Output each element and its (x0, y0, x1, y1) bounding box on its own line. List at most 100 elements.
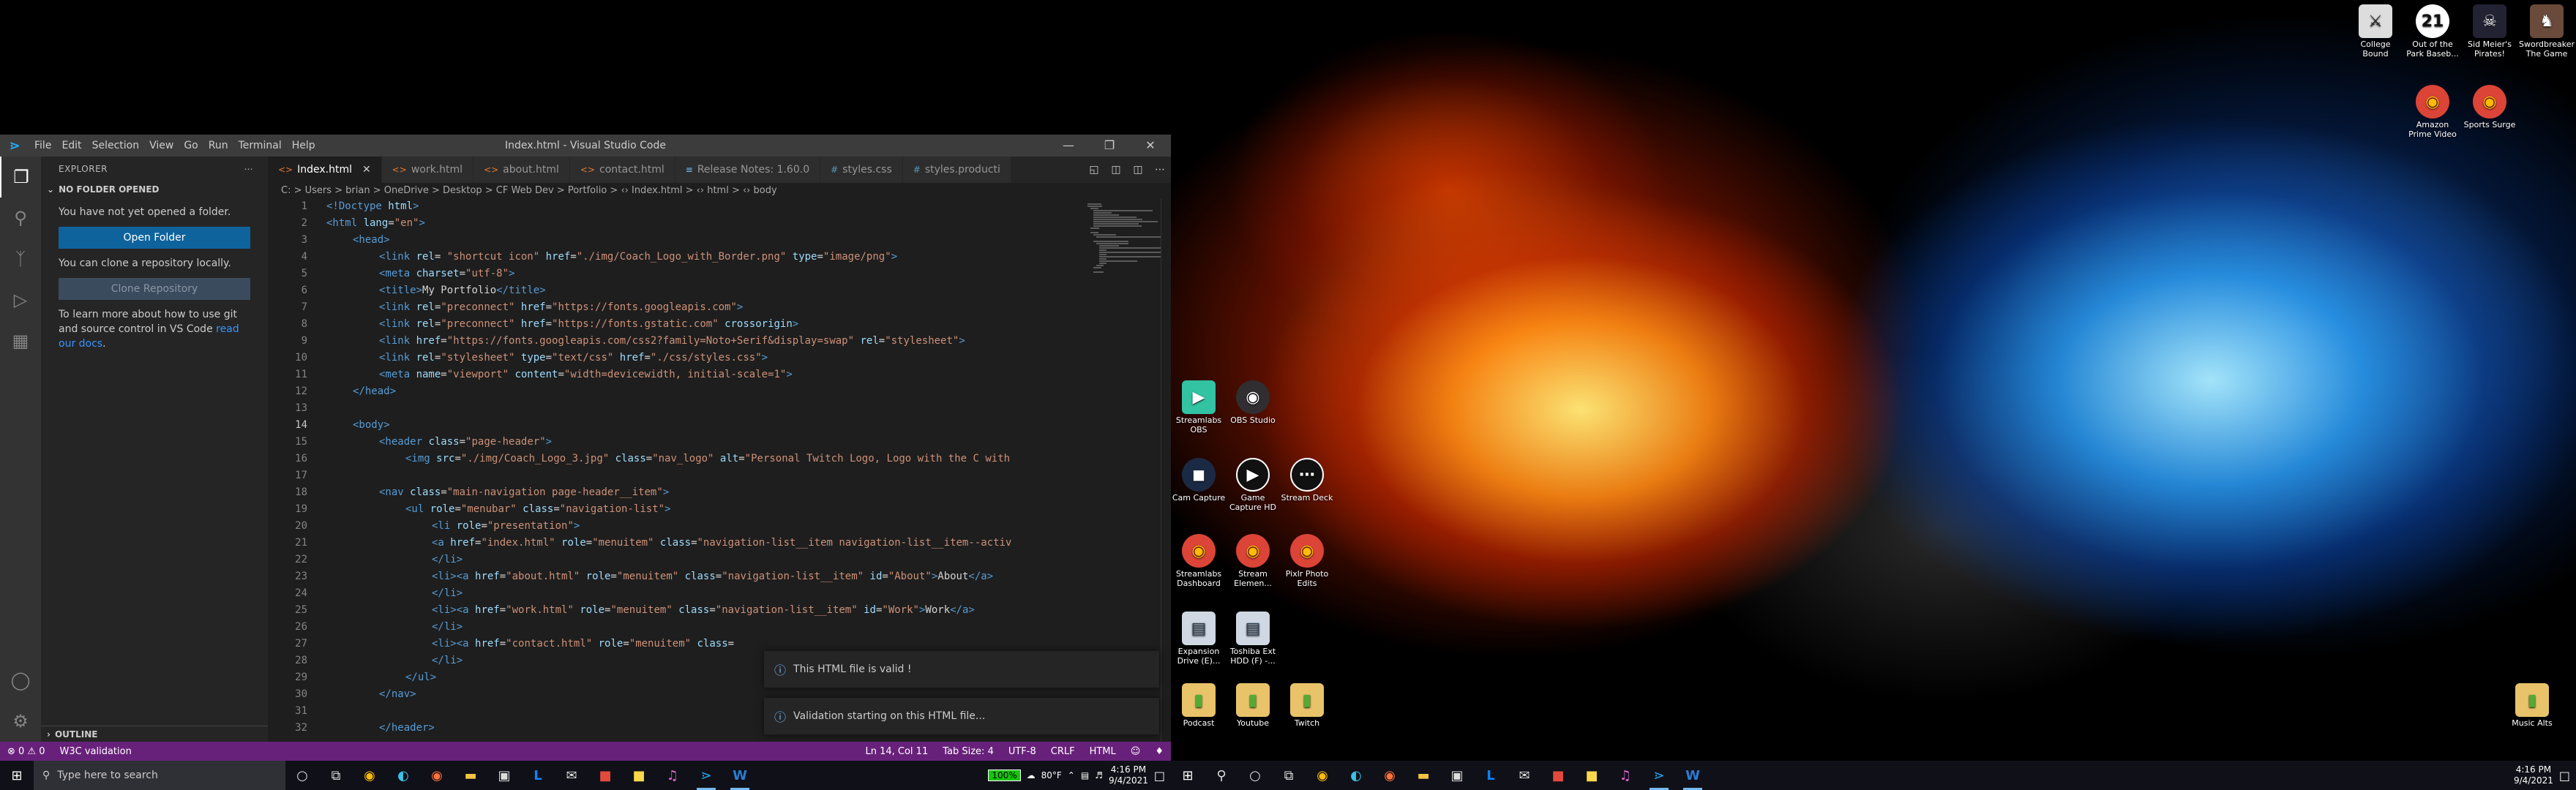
edge-icon[interactable]: ◐ (386, 761, 420, 790)
code-line[interactable]: <link rel="preconnect" href="https://fon… (379, 301, 743, 313)
code-line[interactable]: <a href="index.html" role="menuitem" cla… (432, 537, 1011, 549)
desktop-icon-sports-surge[interactable]: ◉ Sports Surge (2462, 85, 2517, 129)
close-window-button[interactable]: ✕ (1130, 135, 1171, 157)
desktop-icon-podcast[interactable]: ▮ Podcast (1171, 683, 1227, 728)
notifications-bell-icon[interactable]: ♦ (1147, 746, 1171, 757)
explorer-icon[interactable]: ❐ (0, 157, 41, 198)
menu-selection[interactable]: Selection (87, 135, 145, 157)
weather-temp[interactable]: 80°F (1041, 770, 1062, 780)
source-control-icon[interactable]: ᛉ (0, 238, 41, 279)
desktop-icon-pixlr[interactable]: ◉ Pixlr Photo Edits (1279, 534, 1335, 588)
chrome-icon[interactable]: ◉ (353, 761, 386, 790)
no-folder-section[interactable]: ⌄ NO FOLDER OPENED (41, 181, 268, 198)
task-view-icon[interactable]: ⧉ (319, 761, 353, 790)
store-icon[interactable]: ▣ (1440, 761, 1474, 790)
file-explorer-icon[interactable]: ▬ (454, 761, 487, 790)
clock[interactable]: 4:16 PM 9/4/2021 (2514, 764, 2553, 786)
split-editor-icon[interactable]: ◫ (1127, 164, 1149, 176)
game-app-icon[interactable]: ■ (1541, 761, 1575, 790)
minimize-button[interactable]: — (1048, 135, 1089, 157)
code-line[interactable]: <img src="./img/Coach_Logo_3.jpg" class=… (405, 453, 1010, 464)
desktop-icon-stream-deck[interactable]: ⋯ Stream Deck (1279, 458, 1335, 503)
desktop-icon-amazon-prime[interactable]: ◉ Amazon Prime Video (2405, 85, 2460, 139)
open-folder-button[interactable]: Open Folder (59, 227, 250, 249)
notifications-icon[interactable]: □ (1154, 769, 1165, 783)
desktop-icon-youtube[interactable]: ▮ Youtube (1225, 683, 1281, 728)
desktop-icon-ootp-baseball[interactable]: 21 Out of the Park Baseb... (2405, 4, 2460, 59)
code-line[interactable]: </nav> (379, 688, 416, 700)
tab-styles-production[interactable]: # styles.producti (902, 157, 1011, 183)
mail-icon[interactable]: ✉ (555, 761, 588, 790)
code-line[interactable]: <li><a href="about.html" role="menuitem"… (432, 571, 993, 582)
code-line[interactable]: <li><a href="work.html" role="menuitem" … (432, 604, 975, 616)
tab-index-html[interactable]: <> Index.html ✕ (268, 157, 382, 183)
code-line[interactable]: </li> (432, 554, 463, 565)
code-line[interactable]: <link rel= "shortcut icon" href="./img/C… (379, 251, 897, 263)
desktop-icon-college-bound[interactable]: ⚔ College Bound (2348, 4, 2403, 59)
code-line[interactable]: </head> (353, 385, 396, 397)
sticky-notes-icon[interactable]: ■ (622, 761, 656, 790)
more-actions-icon[interactable]: ⋯ (244, 164, 254, 174)
word-icon[interactable]: W (723, 761, 757, 790)
clock[interactable]: 4:16 PM 9/4/2021 (1109, 764, 1148, 786)
code-line[interactable]: <link rel="preconnect" href="https://fon… (379, 318, 798, 330)
chevron-up-icon[interactable]: ⌃ (1068, 770, 1075, 780)
clone-repository-button[interactable]: Clone Repository (59, 278, 250, 300)
vscode-taskbar-icon[interactable]: ⋗ (1642, 761, 1676, 790)
encoding[interactable]: UTF-8 (1001, 746, 1044, 757)
store-icon[interactable]: ▣ (487, 761, 521, 790)
menu-view[interactable]: View (144, 135, 179, 157)
desktop-icon-swordbreaker[interactable]: ♞ Swordbreaker The Game (2519, 4, 2575, 59)
desktop-icon-pirates[interactable]: ☠ Sid Meier's Pirates! (2462, 4, 2517, 59)
edge-icon[interactable]: ◐ (1339, 761, 1373, 790)
tab-about-html[interactable]: <> about.html (473, 157, 570, 183)
music-app-icon[interactable]: ♫ (656, 761, 689, 790)
outline-section[interactable]: › OUTLINE (41, 726, 268, 742)
code-line[interactable]: <li role="presentation"> (432, 520, 580, 532)
search-icon[interactable]: ⚲ (0, 198, 41, 238)
menu-go[interactable]: Go (179, 135, 203, 157)
notification-valid[interactable]: ⓘ This HTML file is valid ! (764, 651, 1159, 688)
code-line[interactable]: <ul role="menubar" class="navigation-lis… (405, 503, 671, 515)
windows-start-icon[interactable]: ⊞ (0, 761, 34, 790)
code-line[interactable]: </li> (432, 655, 463, 666)
menu-run[interactable]: Run (203, 135, 233, 157)
desktop-icon-toshiba-hdd[interactable]: ▤ Toshiba Ext HDD (F) -... (1225, 612, 1281, 666)
extensions-icon[interactable]: ▦ (0, 320, 41, 361)
notification-validation-start[interactable]: ⓘ Validation starting on this HTML file.… (764, 698, 1159, 734)
code-line[interactable]: <li><a href="contact.html" role="menuite… (432, 638, 734, 650)
problems-indicator[interactable]: ⊗ 0 ⚠ 0 (0, 746, 53, 757)
game-app-icon[interactable]: ■ (588, 761, 622, 790)
desktop-icon-streamlabs-dashboard[interactable]: ◉ Streamlabs Dashboard (1171, 534, 1227, 588)
tab-contact-html[interactable]: <> contact.html (569, 157, 675, 183)
code-line[interactable]: <!Doctype html> (326, 200, 419, 212)
l-app-icon[interactable]: L (521, 761, 555, 790)
more-actions-icon[interactable]: ⋯ (1149, 164, 1171, 176)
desktop-icon-cam-capture[interactable]: ◼ Cam Capture (1171, 458, 1227, 503)
taskbar-search-box[interactable]: ⚲ Type here to search (34, 761, 285, 790)
cortana-icon[interactable]: ○ (285, 761, 319, 790)
restore-button[interactable]: ❐ (1089, 135, 1130, 157)
code-line[interactable]: <head> (353, 234, 390, 246)
battery-indicator[interactable]: 100% (988, 770, 1021, 781)
code-line[interactable]: </header> (379, 722, 435, 734)
menu-edit[interactable]: Edit (56, 135, 86, 157)
code-line[interactable]: <body> (353, 419, 390, 431)
language-mode[interactable]: HTML (1082, 746, 1123, 757)
code-line[interactable]: <nav class="main-navigation page-header_… (379, 486, 669, 498)
code-line[interactable]: </li> (432, 587, 463, 599)
code-line[interactable]: <title>My Portfolio</title> (379, 285, 546, 296)
code-line[interactable]: <meta name="viewport" content="width=dev… (379, 369, 793, 380)
settings-gear-icon[interactable]: ⚙ (0, 701, 41, 742)
breadcrumb[interactable]: C: > Users > brian > OneDrive > Desktop … (268, 183, 1171, 199)
mail-icon[interactable]: ✉ (1508, 761, 1541, 790)
close-tab-icon[interactable]: ✕ (362, 157, 371, 183)
w3c-validation-status[interactable]: W3C validation (53, 746, 139, 757)
open-changes-icon[interactable]: ◱ (1083, 164, 1105, 176)
code-line[interactable]: </li> (432, 621, 463, 633)
task-view-icon[interactable]: ⧉ (1272, 761, 1306, 790)
menu-file[interactable]: File (29, 135, 56, 157)
code-line[interactable]: <link href="https://fonts.googleapis.com… (379, 335, 965, 347)
line-ending[interactable]: CRLF (1044, 746, 1082, 757)
preview-icon[interactable]: ◫ (1105, 164, 1127, 176)
